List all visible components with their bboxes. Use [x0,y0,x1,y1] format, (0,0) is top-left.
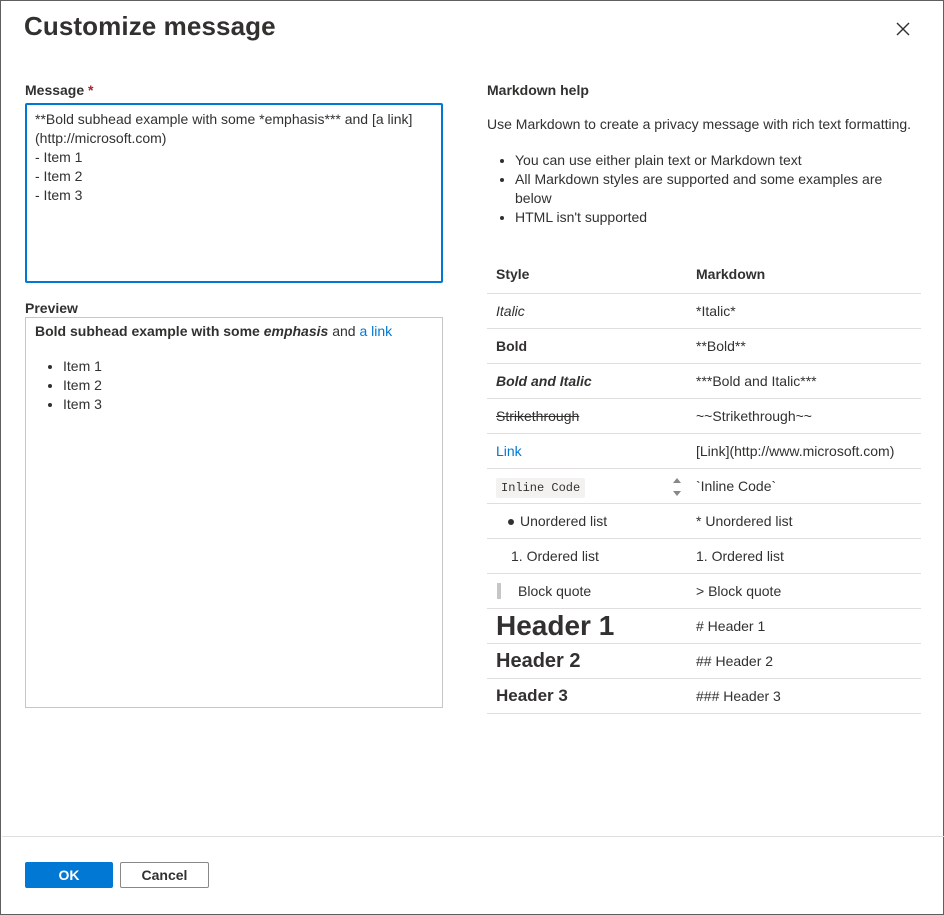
table-row: Bold and Italic ***Bold and Italic*** [487,364,921,399]
style-inline-code: Inline Code [496,477,586,498]
table-row: Header 2 ## Header 2 [487,644,921,679]
table-row: Bold **Bold** [487,329,921,364]
markdown-header-1: # Header 1 [696,618,766,634]
markdown-bold: **Bold** [696,338,746,354]
style-ordered-list: 1. Ordered list [511,548,599,564]
markdown-help-intro: Use Markdown to create a privacy message… [487,116,912,132]
style-block-quote: Block quote [497,582,592,599]
markdown-italic: *Italic* [696,303,736,319]
preview-subhead: Bold subhead example with some emphasis … [35,322,433,341]
table-row: Link [Link](http://www.microsoft.com) [487,434,921,469]
column-header-style: Style [496,266,530,282]
style-bold-italic: Bold and Italic [496,373,592,389]
style-italic: Italic [496,303,525,319]
markdown-table: Style Markdown Italic *Italic* Bold **Bo… [487,255,921,714]
markdown-inline-code: `Inline Code` [696,478,777,494]
markdown-header-2: ## Header 2 [696,653,774,669]
list-item: HTML isn't supported [515,208,907,227]
markdown-block-quote: > Block quote [696,583,782,599]
table-row: Block quote > Block quote [487,574,921,609]
markdown-help-bullets: You can use either plain text or Markdow… [487,151,907,227]
message-label: Message * [25,82,94,98]
preview-link[interactable]: a link [359,323,392,339]
style-unordered-list: Unordered list [496,513,607,529]
table-row: Unordered list * Unordered list [487,504,921,539]
preview-list: Item 1 Item 2 Item 3 [35,357,433,414]
table-row: 1. Ordered list 1. Ordered list [487,539,921,574]
preview-pane: Bold subhead example with some emphasis … [25,317,443,708]
table-row: Header 1 # Header 1 [487,609,921,644]
ok-button[interactable]: OK [25,862,113,888]
preview-label: Preview [25,300,78,316]
markdown-link: [Link](http://www.microsoft.com) [696,443,895,459]
cancel-button[interactable]: Cancel [120,862,209,888]
table-row: Strikethrough ~~Strikethrough~~ [487,399,921,434]
style-header-2: Header 2 [496,649,581,672]
chevron-down-icon [673,491,681,496]
markdown-header-3: ### Header 3 [696,688,781,704]
preview-bold-text: Bold subhead example with some [35,323,264,339]
style-header-3: Header 3 [496,686,568,705]
footer-divider [2,836,944,837]
style-strikethrough: Strikethrough [496,408,580,424]
table-row: Inline Code `Inline Code` [487,469,921,504]
list-item: All Markdown styles are supported and so… [515,170,907,208]
style-header-1: Header 1 [496,610,615,641]
preview-emphasis: emphasis [263,323,329,339]
markdown-strikethrough: ~~Strikethrough~~ [696,408,812,424]
message-label-text: Message [25,82,85,98]
preview-connector: and [328,323,360,339]
column-header-markdown: Markdown [696,266,766,282]
dialog-title: Customize message [24,11,276,41]
close-button[interactable] [889,15,917,43]
table-row: Header 3 ### Header 3 [487,679,921,714]
customize-message-dialog: Customize message Message * **Bold subhe… [0,0,944,915]
markdown-help-title: Markdown help [487,82,589,98]
list-item: You can use either plain text or Markdow… [515,151,907,170]
required-marker: * [88,82,94,98]
list-item: Item 1 [63,357,433,376]
chevron-up-icon [673,478,681,483]
list-item: Item 3 [63,395,433,414]
code-scroll-control[interactable] [669,478,685,496]
close-icon [896,22,910,36]
table-header-row: Style Markdown [487,255,921,294]
markdown-unordered-list: * Unordered list [696,513,793,529]
style-link[interactable]: Link [496,443,522,459]
style-bold: Bold [496,338,528,354]
table-row: Italic *Italic* [487,294,921,329]
markdown-bold-italic: ***Bold and Italic*** [696,373,817,389]
markdown-ordered-list: 1. Ordered list [696,548,784,564]
message-input[interactable]: **Bold subhead example with some *emphas… [25,103,443,283]
list-item: Item 2 [63,376,433,395]
